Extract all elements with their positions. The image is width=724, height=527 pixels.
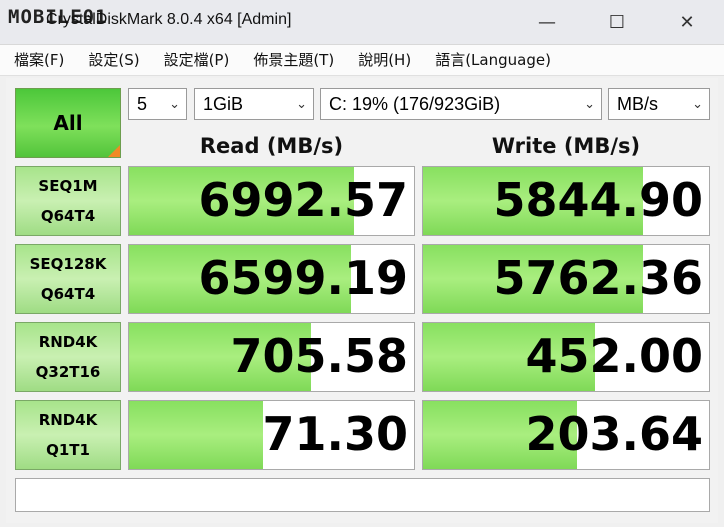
test-line1: RND4K [38,333,98,351]
read-value: 705.58 [230,329,408,383]
maximize-button[interactable]: ☐ [582,0,652,44]
write-value: 203.64 [525,407,703,461]
test-button-seq1m[interactable]: SEQ1M Q64T4 [15,166,121,236]
write-result-cell: 5844.90 [422,166,710,236]
read-result-cell: 705.58 [128,322,415,392]
corner-marker [108,145,120,157]
comment-input[interactable] [15,478,710,512]
test-button-seq128k[interactable]: SEQ128K Q64T4 [15,244,121,314]
test-line1: SEQ1M [38,177,98,195]
read-value: 6992.57 [198,173,408,227]
test-line2: Q64T4 [40,285,96,303]
write-value: 5844.90 [493,173,703,227]
chevron-down-icon: ⌄ [692,96,703,111]
title-bar: MOBILE01 CrystalDiskMark 8.0.4 x64 [Admi… [0,0,724,45]
drive-select[interactable]: C: 19% (176/923GiB) ⌄ [320,88,602,120]
drive-value: C: 19% (176/923GiB) [329,94,501,114]
menu-settings[interactable]: 設定(S) [74,45,149,75]
test-line1: SEQ128K [29,255,107,273]
menu-language[interactable]: 語言(Language) [421,45,561,75]
menu-help[interactable]: 說明(H) [344,45,421,75]
read-progress-bar [129,401,263,469]
test-line2: Q64T4 [40,207,96,225]
write-result-cell: 5762.36 [422,244,710,314]
test-line2: Q32T16 [35,363,101,381]
read-result-cell: 6992.57 [128,166,415,236]
test-button-rnd4k-q1t1[interactable]: RND4K Q1T1 [15,400,121,470]
test-line2: Q1T1 [46,441,90,459]
unit-value: MB/s [617,94,659,114]
write-value: 452.00 [525,329,703,383]
test-button-rnd4k-q32t16[interactable]: RND4K Q32T16 [15,322,121,392]
all-button[interactable]: All [15,88,121,158]
size-value: 1GiB [203,94,244,114]
window-title: CrystalDiskMark 8.0.4 x64 [Admin] [46,11,292,28]
chevron-down-icon: ⌄ [169,96,180,111]
chevron-down-icon: ⌄ [296,96,307,111]
close-button[interactable]: ✕ [652,0,722,44]
write-result-cell: 452.00 [422,322,710,392]
test-line1: RND4K [38,411,98,429]
minimize-button[interactable]: — [512,0,582,44]
write-header: Write (MB/s) [491,134,641,158]
write-value: 5762.36 [493,251,703,305]
read-result-cell: 71.30 [128,400,415,470]
runs-value: 5 [137,94,148,114]
chevron-down-icon: ⌄ [584,96,595,111]
write-result-cell: 203.64 [422,400,710,470]
read-value: 71.30 [262,407,408,461]
size-select[interactable]: 1GiB ⌄ [194,88,314,120]
read-header: Read (MB/s) [199,134,344,158]
menu-bar: 檔案(F) 設定(S) 設定檔(P) 佈景主題(T) 說明(H) 語言(Lang… [0,45,724,76]
menu-file[interactable]: 檔案(F) [0,45,74,75]
unit-select[interactable]: MB/s ⌄ [608,88,710,120]
read-value: 6599.19 [198,251,408,305]
read-result-cell: 6599.19 [128,244,415,314]
runs-select[interactable]: 5 ⌄ [128,88,187,120]
menu-profile[interactable]: 設定檔(P) [150,45,240,75]
menu-theme[interactable]: 佈景主題(T) [239,45,344,75]
all-button-label: All [53,111,83,135]
